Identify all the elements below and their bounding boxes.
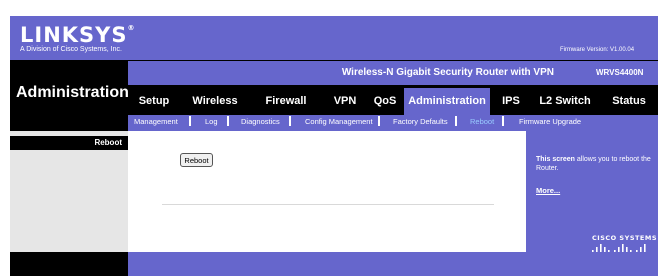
product-model: WRVS4400N	[596, 68, 644, 77]
tab-ips[interactable]: IPS	[496, 88, 526, 115]
tab-qos[interactable]: QoS	[370, 88, 400, 115]
footer-left	[10, 252, 128, 276]
reboot-button[interactable]: Reboot	[180, 153, 213, 167]
linksys-logo: LINKSYS®	[20, 23, 135, 47]
tab-status[interactable]: Status	[602, 88, 656, 115]
subtab-divider	[378, 116, 380, 126]
subtab-diagnostics[interactable]: Diagnostics	[241, 114, 280, 130]
subtab-log[interactable]: Log	[205, 114, 218, 130]
footer-bar	[128, 252, 658, 276]
main-tabs: Setup Wireless Firewall VPN QoS Administ…	[128, 88, 658, 115]
subtab-divider	[455, 116, 457, 126]
subtab-reboot[interactable]: Reboot	[470, 114, 494, 130]
tab-administration[interactable]: Administration	[404, 88, 490, 115]
section-title: Administration	[16, 84, 129, 101]
subtab-divider	[502, 116, 504, 126]
subtab-divider	[289, 116, 291, 126]
subtab-management[interactable]: Management	[134, 114, 178, 130]
help-more-link[interactable]: More...	[536, 186, 560, 195]
content-area	[128, 131, 526, 252]
tab-wireless[interactable]: Wireless	[185, 88, 245, 115]
help-text-lead: This screen	[536, 156, 575, 163]
subtab-config-management[interactable]: Config Management	[305, 114, 373, 130]
tab-vpn[interactable]: VPN	[324, 88, 366, 115]
subtab-divider	[227, 116, 229, 126]
content-divider	[162, 204, 494, 205]
firmware-version: Firmware Version: V1.00.04	[560, 47, 635, 53]
subtab-firmware-upgrade[interactable]: Firmware Upgrade	[519, 114, 581, 130]
tab-setup[interactable]: Setup	[128, 88, 180, 115]
subtab-divider	[189, 116, 191, 126]
left-panel-label: Reboot	[94, 138, 122, 147]
product-name: Wireless-N Gigabit Security Router with …	[341, 67, 554, 78]
tab-firewall[interactable]: Firewall	[251, 88, 321, 115]
tab-l2-switch[interactable]: L2 Switch	[530, 88, 600, 115]
logo-tagline: A Division of Cisco Systems, Inc.	[20, 46, 122, 53]
subtab-factory-defaults[interactable]: Factory Defaults	[393, 114, 448, 130]
help-text: This screen allows you to reboot the Rou…	[536, 155, 656, 173]
